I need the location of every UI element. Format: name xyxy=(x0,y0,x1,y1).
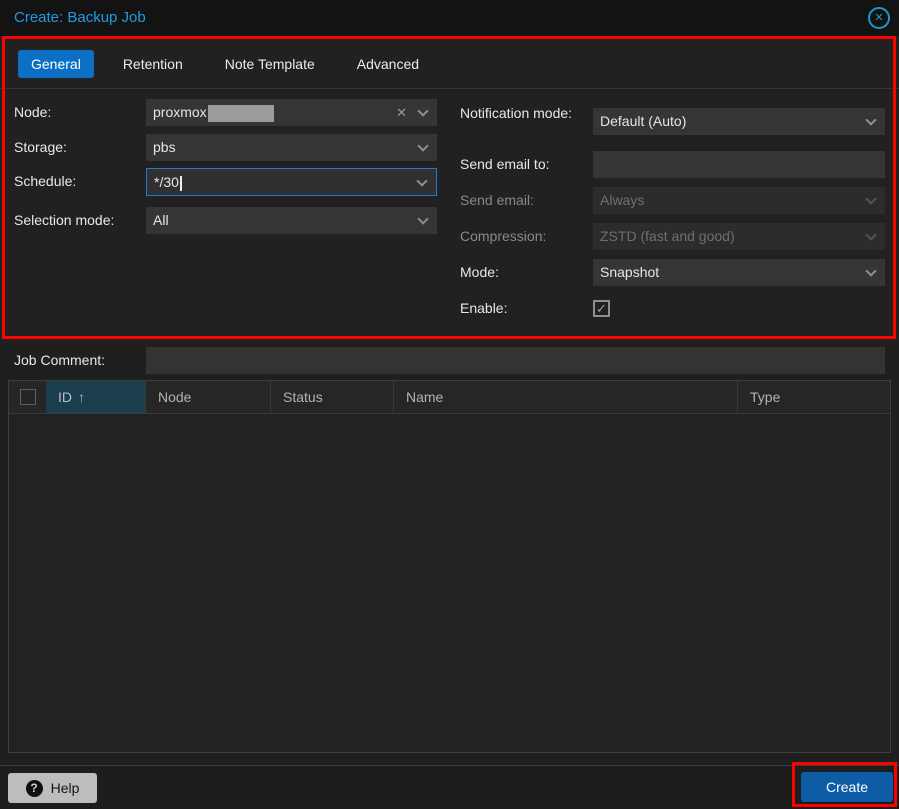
chevron-down-icon[interactable] xyxy=(417,105,428,116)
selection-mode-label: Selection mode: xyxy=(14,207,114,234)
enable-label: Enable: xyxy=(460,295,507,322)
column-header-type[interactable]: Type xyxy=(738,381,890,413)
schedule-label: Schedule: xyxy=(14,168,76,195)
dialog-footer: ? Help Create xyxy=(0,765,899,809)
redaction-block xyxy=(208,105,274,122)
compression-combobox: ZSTD (fast and good) xyxy=(593,223,885,250)
help-icon: ? xyxy=(26,780,43,797)
sort-asc-icon: ↑ xyxy=(78,389,85,405)
send-email-to-input[interactable] xyxy=(593,151,885,178)
schedule-combobox[interactable]: */30 xyxy=(146,168,437,196)
job-comment-input[interactable] xyxy=(146,347,885,374)
storage-combobox[interactable]: pbs xyxy=(146,134,437,161)
create-backup-job-dialog: Create: Backup Job ✕ General Retention N… xyxy=(0,0,899,809)
tab-bar: General Retention Note Template Advanced xyxy=(0,39,899,89)
dialog-title: Create: Backup Job xyxy=(14,0,146,36)
dialog-titlebar: Create: Backup Job ✕ xyxy=(0,0,899,36)
close-icon[interactable]: ✕ xyxy=(868,7,890,29)
send-email-combobox: Always xyxy=(593,187,885,214)
table-header-row: ID↑ Node Status Name Type xyxy=(9,381,890,414)
send-email-to-label: Send email to: xyxy=(460,151,550,178)
compression-label: Compression: xyxy=(460,223,546,250)
guest-selection-table: ID↑ Node Status Name Type xyxy=(8,380,891,753)
column-header-id[interactable]: ID↑ xyxy=(46,381,146,413)
node-combobox[interactable]: proxmox ✕ xyxy=(146,99,437,126)
select-all-checkbox[interactable] xyxy=(20,389,36,405)
send-email-value: Always xyxy=(600,192,644,208)
chevron-down-icon[interactable] xyxy=(865,114,876,125)
tab-general[interactable]: General xyxy=(18,50,94,78)
send-email-label: Send email: xyxy=(460,187,534,214)
node-label: Node: xyxy=(14,99,51,126)
help-button[interactable]: ? Help xyxy=(8,773,97,803)
tab-retention[interactable]: Retention xyxy=(110,50,196,78)
node-value: proxmox xyxy=(153,104,207,120)
text-cursor xyxy=(180,176,182,191)
help-button-label: Help xyxy=(51,780,80,796)
tab-note-template[interactable]: Note Template xyxy=(212,50,328,78)
create-button[interactable]: Create xyxy=(801,772,893,802)
chevron-down-icon[interactable] xyxy=(417,140,428,151)
chevron-down-icon xyxy=(865,229,876,240)
table-body-empty xyxy=(9,414,890,753)
chevron-down-icon[interactable] xyxy=(417,213,428,224)
schedule-value: */30 xyxy=(154,174,179,190)
chevron-down-icon xyxy=(865,193,876,204)
selection-mode-value: All xyxy=(153,212,169,228)
enable-checkbox[interactable]: ✓ xyxy=(593,300,610,317)
storage-value: pbs xyxy=(153,139,176,155)
select-all-cell xyxy=(9,381,46,413)
column-header-name[interactable]: Name xyxy=(394,381,738,413)
chevron-down-icon[interactable] xyxy=(865,265,876,276)
clear-icon[interactable]: ✕ xyxy=(396,99,407,126)
mode-label: Mode: xyxy=(460,259,499,286)
column-header-node[interactable]: Node xyxy=(146,381,271,413)
notification-mode-combobox[interactable]: Default (Auto) xyxy=(593,108,885,135)
compression-value: ZSTD (fast and good) xyxy=(600,228,735,244)
mode-value: Snapshot xyxy=(600,264,659,280)
storage-label: Storage: xyxy=(14,134,67,161)
chevron-down-icon[interactable] xyxy=(416,175,427,186)
notification-mode-label: Notification mode: xyxy=(460,104,590,123)
selection-mode-combobox[interactable]: All xyxy=(146,207,437,234)
tab-advanced[interactable]: Advanced xyxy=(344,50,432,78)
mode-combobox[interactable]: Snapshot xyxy=(593,259,885,286)
column-header-status[interactable]: Status xyxy=(271,381,394,413)
job-comment-label: Job Comment: xyxy=(14,347,105,374)
notification-mode-value: Default (Auto) xyxy=(600,113,686,129)
